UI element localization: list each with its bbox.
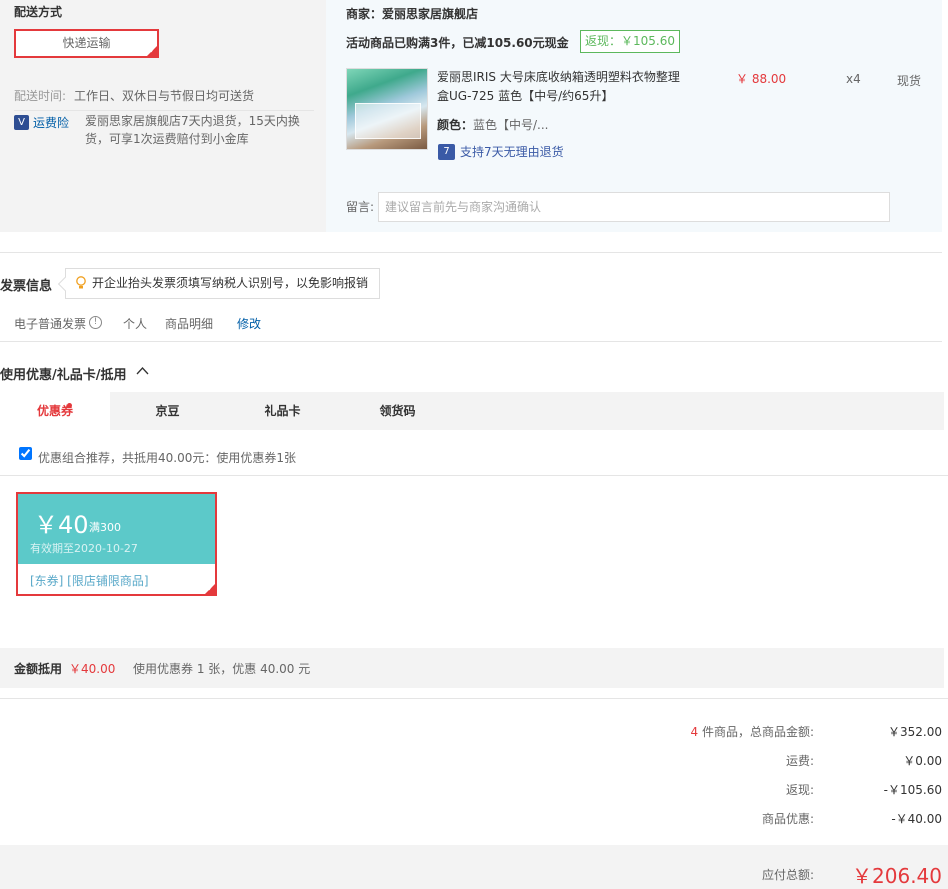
total-value: ￥206.40	[852, 864, 942, 888]
rebate-label: 返现:	[785, 783, 814, 797]
new-dot	[67, 403, 72, 408]
discount-label: 商品优惠:	[761, 812, 814, 826]
invoice-tip: 开企业抬头发票须填写纳税人识别号，以免影响报销	[57, 268, 380, 299]
insurance-text: 爱丽思家居旗舰店7天内退货，15天内换货，可享1次运费赔付到小金库	[85, 114, 300, 146]
delivery-title: 配送方式	[14, 5, 63, 19]
product-name[interactable]: 爱丽思IRIS 大号床底收纳箱透明塑料衣物整理盒UG-725 蓝色【中号/约65…	[437, 68, 687, 106]
coupon-tags: [东券] [限店铺限商品]	[30, 574, 149, 588]
delivery-divider	[14, 110, 314, 111]
coupon-condition: 满300	[89, 521, 121, 534]
promo-text: 活动商品已购满3件，已减105.60元现金	[346, 36, 569, 50]
invoice-detail: 商品明细	[165, 317, 214, 331]
message-input[interactable]	[378, 192, 890, 222]
goods-total-value: ￥352.00	[888, 725, 942, 739]
goods-total-text: 件商品，总商品金额:	[698, 725, 814, 739]
bulb-icon	[76, 276, 86, 289]
divider	[0, 252, 942, 253]
return-policy-text: 支持7天无理由退货	[460, 145, 564, 159]
rebate-value: -￥105.60	[883, 783, 942, 797]
check-icon: ✓	[207, 584, 214, 593]
invoice-person: 个人	[123, 317, 148, 331]
invoice-tip-text: 开企业抬头发票须填写纳税人识别号，以免影响报销	[92, 276, 369, 290]
combo-text: 优惠组合推荐，共抵用40.00元：使用优惠券1张	[38, 451, 296, 465]
delivery-time-value: 工作日、双休日与节假日均可送货	[74, 89, 255, 103]
invoice-title: 发票信息	[0, 279, 53, 294]
coupon-card[interactable]: ￥40 满300 有效期至2020-10-27 [东券] [限店铺限商品] ✓	[16, 492, 217, 596]
color-label: 颜色：	[437, 118, 474, 132]
total-label: 应付总额:	[761, 868, 814, 882]
amount-desc: 使用优惠券 1 张，优惠 40.00 元	[133, 662, 311, 676]
message-label: 留言:	[346, 200, 375, 214]
divider	[0, 698, 948, 699]
invoice-type: 电子普通发票	[14, 317, 87, 331]
chevron-up-icon[interactable]	[136, 366, 149, 376]
color-value: 蓝色【中号/...	[473, 118, 549, 132]
shipping-label: 运费:	[785, 754, 814, 768]
amount-label: 金额抵用	[14, 662, 63, 676]
product-price: ￥ 88.00	[736, 72, 787, 86]
divider	[0, 475, 948, 476]
tab-jingdou[interactable]: 京豆	[110, 392, 225, 430]
express-shipping-label: 快递运输	[62, 36, 111, 50]
coupon-amount: ￥40	[34, 511, 89, 539]
check-icon: ✓	[149, 46, 156, 55]
tab-gift-card[interactable]: 礼品卡	[225, 392, 340, 430]
discount-value: -￥40.00	[891, 812, 942, 826]
insurance-link[interactable]: 运费险	[33, 114, 69, 131]
shop-name: 商家：爱丽思家居旗舰店	[346, 7, 479, 21]
coupon-card-top: ￥40 满300 有效期至2020-10-27	[18, 494, 215, 564]
product-image[interactable]	[346, 68, 428, 150]
divider	[0, 341, 942, 342]
invoice-edit-link[interactable]: 修改	[237, 315, 261, 332]
stock-status: 现货	[897, 74, 922, 88]
amount-value: ￥40.00	[69, 662, 116, 676]
tab-coupon[interactable]: 优惠券	[0, 392, 110, 430]
rebate-tag: 返现：￥105.60	[580, 30, 680, 53]
info-icon[interactable]: !	[89, 316, 102, 329]
insurance-icon: V	[14, 115, 29, 130]
tab-redeem-code[interactable]: 领货码	[340, 392, 455, 430]
return-icon: 7	[438, 144, 455, 160]
delivery-time-label: 配送时间:	[14, 89, 67, 103]
goods-total-label: 4 件商品，总商品金额:	[691, 723, 815, 740]
express-shipping-option[interactable]: 快递运输 ✓	[14, 29, 159, 58]
goods-count: 4	[690, 725, 699, 739]
coupon-expiry: 有效期至2020-10-27	[30, 542, 138, 555]
coupon-section-title[interactable]: 使用优惠/礼品卡/抵用	[0, 364, 127, 383]
combo-checkbox[interactable]	[19, 447, 32, 460]
shipping-value: ￥0.00	[903, 754, 942, 768]
product-quantity: x4	[846, 72, 861, 86]
